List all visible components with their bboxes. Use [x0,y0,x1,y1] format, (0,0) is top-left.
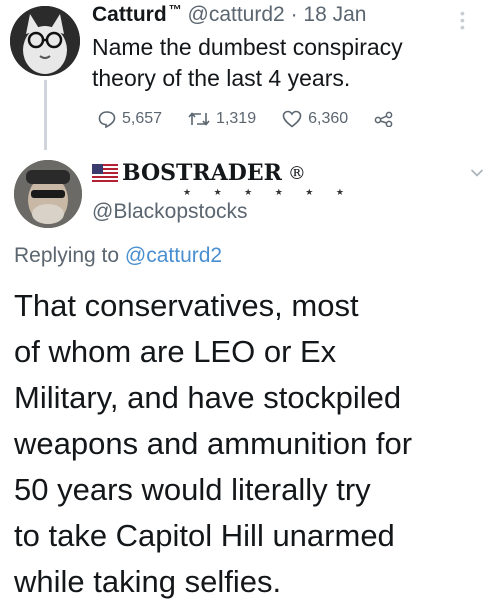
tweet1-date[interactable]: 18 Jan [303,3,366,26]
us-flag-icon [92,164,118,182]
chevron-down-icon[interactable] [470,168,484,178]
tweet2-text-line: 50 years would literally try [14,472,371,507]
tweet2-text: That conservatives, most of whom are LEO… [14,283,494,605]
tweet2-handle[interactable]: @Blackopstocks [92,200,248,224]
tweet1-display-name[interactable]: Catturd [92,3,167,26]
heart-icon [282,110,302,128]
tweet1-actions: 5,657 1,319 6,360 [98,110,426,128]
bostrader-avatar[interactable] [14,160,82,228]
tweet2-display-name-row: BOSTRADER ® [92,160,306,186]
replying-to-link[interactable]: @catturd2 [125,244,222,267]
tweet1-separator: · [290,3,298,26]
reply-count: 5,657 [122,110,163,127]
tweet2-text-line: weapons and ammunition for [14,426,413,461]
replying-prefix: Replying to [14,244,120,267]
tweet1-handle[interactable]: @catturd2 [188,3,285,26]
tweet2-display-name[interactable]: BOSTRADER [122,160,282,186]
like-count: 6,360 [308,110,349,127]
name-stars-decoration: ★ ★ ★ ★ ★ ★ [183,187,354,197]
tweet2-text-line: while taking selfies. [14,564,282,599]
share-button[interactable] [374,111,400,127]
replying-to-line: Replying to @catturd2 [14,244,222,268]
more-vertical-icon[interactable]: • • • [460,6,465,34]
thread-connector-line [44,80,47,150]
tweet2-text-line: of whom are LEO or Ex [14,334,337,369]
cat-avatar-image [10,6,80,76]
reply-button[interactable]: 5,657 [98,110,162,128]
tweet1-header: Catturd ™ @catturd2 · 18 Jan [92,2,366,27]
bostrader-avatar-image [14,160,82,228]
retweet-count: 1,319 [216,110,257,127]
retweet-icon [188,112,210,126]
reply-icon [98,111,116,128]
tweet2-text-line: That conservatives, most [14,288,359,323]
like-button[interactable]: 6,360 [282,110,348,128]
tweet2-text-line: Military, and have stockpiled [14,380,402,415]
registered-mark: ® [287,162,306,184]
catturd-avatar[interactable] [10,6,80,76]
retweet-button[interactable]: 1,319 [188,110,256,128]
tweet2-text-line: to take Capitol Hill unarmed [14,518,395,553]
share-icon [374,111,393,127]
tweet1-text: Name the dumbest conspiracy theory of th… [92,34,403,91]
tweet-screenshot: { "tweet1": { "display_name": "Catturd",… [0,0,497,608]
tweet1-trademark: ™ [168,2,182,17]
